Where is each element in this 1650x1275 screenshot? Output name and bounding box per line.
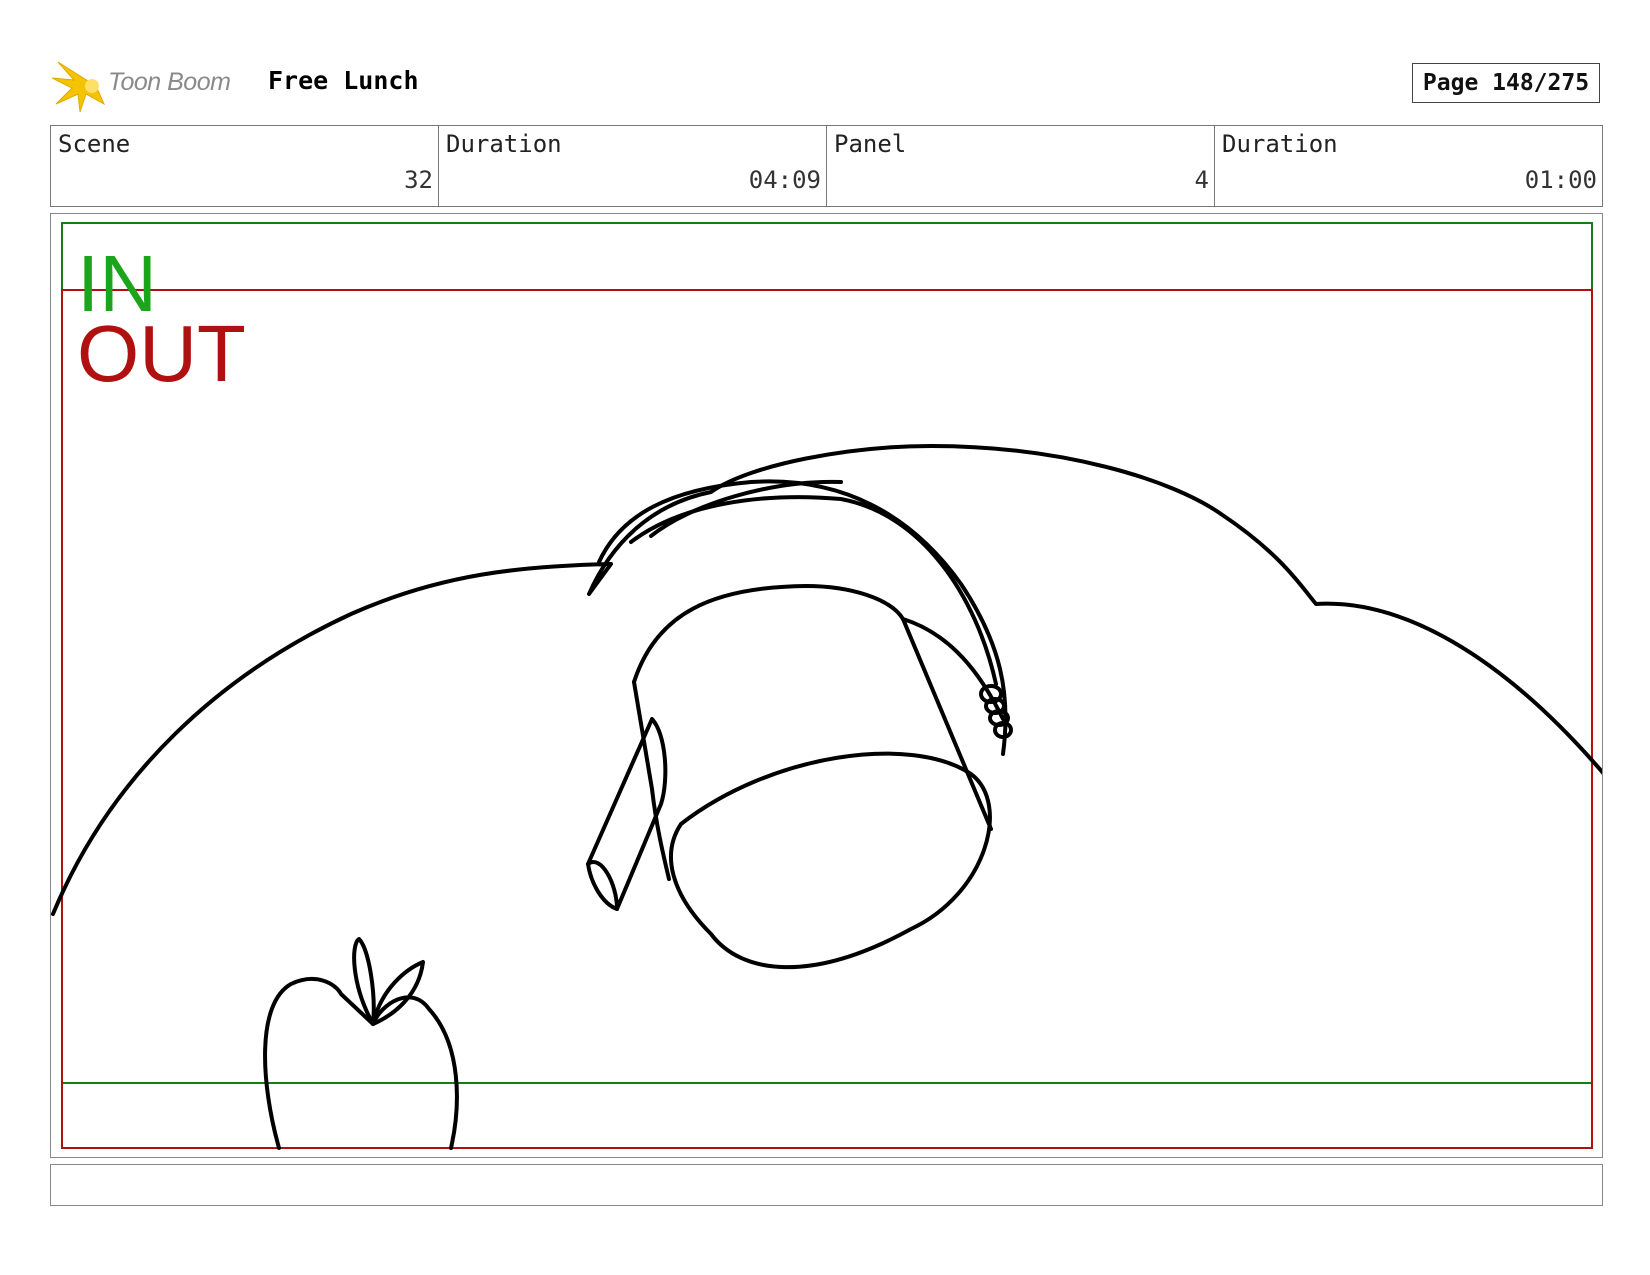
storyboard-panel: IN OUT (50, 213, 1603, 1158)
page-number: Page 148/275 (1412, 63, 1600, 103)
panel-value: 4 (1194, 166, 1209, 194)
panel-duration-label: Duration (1222, 130, 1338, 158)
in-frame (61, 222, 1593, 1084)
logo-text: Toon Boom (108, 68, 231, 96)
scene-cell: Scene 32 (51, 126, 439, 206)
scene-value: 32 (404, 166, 433, 194)
out-frame (61, 289, 1593, 1149)
caption-box[interactable] (50, 1164, 1603, 1206)
sketch-lines (51, 444, 1602, 1150)
toon-boom-logo: Toon Boom (52, 58, 252, 114)
panel-duration-value: 01:00 (1524, 166, 1597, 194)
scene-duration-cell: Duration 04:09 (439, 126, 827, 206)
out-label: OUT (77, 309, 246, 398)
panel-cell: Panel 4 (827, 126, 1215, 206)
panel-info-row: Scene 32 Duration 04:09 Panel 4 Duration… (50, 125, 1603, 207)
scene-duration-value: 04:09 (748, 166, 821, 194)
panel-duration-cell: Duration 01:00 (1215, 126, 1602, 206)
scene-duration-label: Duration (446, 130, 562, 158)
starburst-icon (52, 61, 106, 113)
project-title: Free Lunch (268, 66, 419, 95)
panel-drawing (51, 222, 1602, 1150)
panel-label: Panel (834, 130, 907, 158)
scene-label: Scene (58, 130, 131, 158)
